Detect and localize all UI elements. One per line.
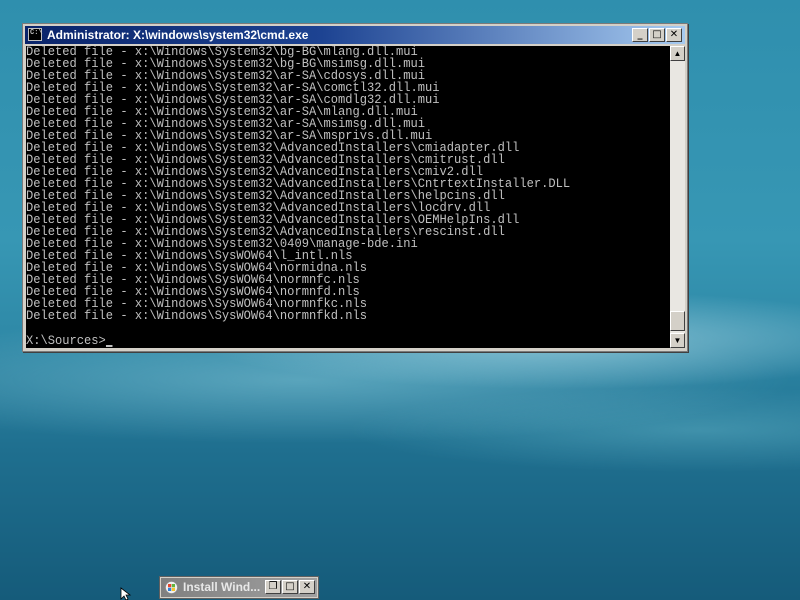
cmd-title-bar[interactable]: C:\ Administrator: X:\windows\system32\c…	[25, 26, 685, 44]
console-icon[interactable]: C:\	[28, 28, 43, 41]
prompt-text: X:\Sources>	[26, 333, 106, 348]
vertical-scrollbar[interactable]: ▲ ▼	[670, 46, 685, 348]
cmd-window[interactable]: C:\ Administrator: X:\windows\system32\c…	[22, 23, 688, 352]
desktop[interactable]: C:\ Administrator: X:\windows\system32\c…	[0, 0, 800, 600]
close-button[interactable]: ✕	[666, 28, 682, 42]
restore-button[interactable]: ❐	[265, 580, 281, 594]
maximize-button[interactable]: □	[282, 580, 298, 594]
install-windows-title: Install Wind...	[183, 580, 261, 594]
cmd-window-title: Administrator: X:\windows\system32\cmd.e…	[47, 28, 309, 42]
command-prompt[interactable]: X:\Sources>	[26, 333, 622, 348]
install-windows-minimized[interactable]: Install Wind... ❐ □ ✕	[160, 577, 318, 598]
console-output[interactable]: Deleted file - x:\Windows\System32\bg-BG…	[26, 46, 670, 348]
minimize-button[interactable]: _	[632, 28, 648, 42]
scrollbar-thumb[interactable]	[670, 311, 685, 331]
scroll-up-button[interactable]: ▲	[670, 46, 685, 61]
install-window-controls: ❐ □ ✕	[264, 580, 315, 598]
close-button[interactable]: ✕	[299, 580, 315, 594]
maximize-button[interactable]: □	[649, 28, 665, 42]
windows-flag-icon	[165, 581, 178, 594]
text-cursor	[105, 345, 113, 347]
console-line: Deleted file - x:\Windows\SysWOW64\normn…	[26, 308, 368, 323]
scroll-down-button[interactable]: ▼	[670, 333, 685, 348]
mouse-pointer-icon	[120, 587, 132, 600]
cmd-window-controls: _ □ ✕	[631, 28, 682, 42]
